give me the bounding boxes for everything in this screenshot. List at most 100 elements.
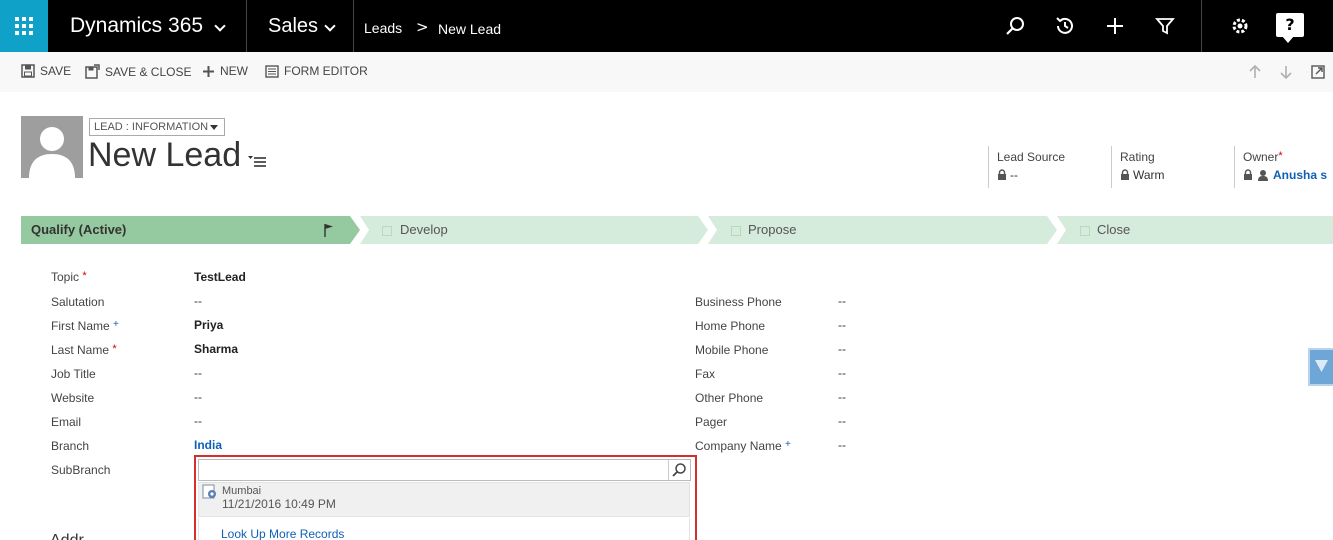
plus-icon[interactable] (1103, 14, 1127, 38)
field-label-other-phone: Other Phone (695, 391, 764, 405)
lock-icon (998, 169, 1006, 180)
field-label-business-phone: Business Phone (695, 295, 782, 309)
save-close-icon (85, 64, 100, 79)
form-selector-label: LEAD : INFORMATION (94, 121, 209, 133)
stage-qualify-label[interactable]: Qualify (Active) (31, 216, 126, 244)
owner-label: Owner (1243, 150, 1279, 164)
area-selector[interactable]: Sales (268, 15, 318, 38)
recommended-marker: + (785, 439, 791, 450)
field-value-fax[interactable]: -- (838, 366, 846, 380)
header-owner[interactable]: Owner* Anusha s (1234, 146, 1333, 188)
field-value-mobile-phone[interactable]: -- (838, 342, 846, 356)
field-label-fax: Fax (695, 367, 716, 381)
new-label: NEW (220, 64, 248, 78)
stage-close-label[interactable]: Close (1097, 216, 1130, 244)
field-value-other-phone[interactable]: -- (838, 390, 846, 404)
field-value-job-title[interactable]: -- (194, 366, 202, 380)
stage-propose-label[interactable]: Propose (748, 216, 796, 244)
lookup-result-name: Mumbai (222, 485, 262, 497)
lock-icon (1121, 169, 1129, 180)
side-panel-toggle[interactable] (1308, 348, 1333, 386)
title-menu-icon[interactable] (248, 154, 266, 168)
gear-icon[interactable] (1228, 14, 1252, 38)
record-image-placeholder[interactable] (21, 116, 83, 178)
help-icon-tail (1282, 36, 1294, 43)
field-value-last-name[interactable]: Sharma (194, 342, 238, 356)
subbranch-lookup-input[interactable] (198, 459, 691, 481)
breadcrumb-current: New Lead (438, 21, 502, 37)
new-button[interactable]: NEW (202, 64, 248, 78)
required-marker: * (112, 343, 117, 355)
search-icon[interactable] (1003, 14, 1027, 38)
field-value-salutation[interactable]: -- (194, 294, 202, 308)
app-title[interactable]: Dynamics 365 (70, 14, 203, 38)
field-value-first-name[interactable]: Priya (194, 318, 223, 332)
field-label-branch: Branch (51, 439, 90, 453)
field-value-home-phone[interactable]: -- (838, 318, 846, 332)
pop-out-icon[interactable] (1310, 64, 1326, 80)
waffle-icon (15, 17, 33, 35)
process-bar (21, 216, 1333, 244)
record-title: New Lead (88, 136, 242, 174)
field-label-last-name: Last Name * (51, 343, 117, 357)
lookup-more-records-link[interactable]: Look Up More Records (221, 527, 344, 540)
field-value-pager[interactable]: -- (838, 414, 846, 428)
save-close-label: SAVE & CLOSE (105, 64, 192, 79)
lookup-search-button[interactable] (668, 460, 690, 480)
lead-source-label: Lead Source (997, 150, 1066, 164)
owner-value[interactable]: Anusha s (1273, 168, 1327, 182)
field-value-email[interactable]: -- (194, 414, 202, 428)
stage-checkbox-icon (731, 226, 741, 236)
field-label-home-phone: Home Phone (695, 319, 766, 333)
field-value-topic[interactable]: TestLead (194, 270, 246, 284)
divider (1201, 0, 1202, 52)
arrow-down-icon (1315, 360, 1328, 372)
filter-icon[interactable] (1153, 14, 1177, 38)
save-button[interactable]: SAVE (21, 64, 71, 78)
field-label-company-name: Company Name + (695, 439, 791, 453)
stage-checkbox-icon (382, 226, 392, 236)
person-icon (29, 127, 75, 178)
recommended-marker: + (113, 319, 119, 330)
field-label-subbranch: SubBranch (51, 463, 111, 477)
chevron-down-icon[interactable] (324, 20, 336, 32)
save-close-button[interactable]: SAVE & CLOSE (85, 64, 191, 79)
breadcrumb-leads[interactable]: Leads (364, 20, 402, 36)
lock-icon (1244, 169, 1252, 180)
entity-record-icon (202, 484, 216, 499)
command-bar: SAVE SAVE & CLOSE NEW FORM EDITOR (0, 52, 1333, 92)
field-value-website[interactable]: -- (194, 390, 202, 404)
field-label-email: Email (51, 415, 82, 429)
divider (246, 0, 247, 52)
field-value-business-phone[interactable]: -- (838, 294, 846, 308)
required-marker: * (1278, 150, 1283, 162)
help-icon[interactable]: ? (1276, 13, 1304, 37)
form-editor-button[interactable]: FORM EDITOR (265, 64, 368, 78)
section-heading-address: Addr (50, 532, 84, 540)
stage-develop-label[interactable]: Develop (400, 216, 448, 244)
arrow-down-icon[interactable] (1278, 64, 1294, 80)
user-icon (1258, 170, 1268, 181)
rating-value: Warm (1133, 168, 1165, 182)
save-icon (21, 64, 35, 78)
divider (353, 0, 354, 52)
field-value-branch[interactable]: India (194, 438, 222, 452)
lead-source-value: -- (1010, 168, 1018, 182)
required-marker: * (82, 270, 87, 282)
field-label-pager: Pager (695, 415, 728, 429)
plus-icon (203, 65, 214, 77)
arrow-up-icon[interactable] (1247, 64, 1263, 80)
breadcrumb-separator: > (416, 18, 429, 36)
field-label-salutation: Salutation (51, 295, 105, 309)
field-label-mobile-phone: Mobile Phone (695, 343, 769, 357)
stage-checkbox-icon (1080, 226, 1090, 236)
form-selector[interactable]: LEAD : INFORMATION (89, 118, 225, 136)
chevron-down-icon[interactable] (214, 20, 226, 32)
header-rating[interactable]: Rating Warm (1111, 146, 1231, 188)
app-launcher-button[interactable] (0, 0, 48, 52)
header-lead-source[interactable]: Lead Source -- (988, 146, 1108, 188)
save-label: SAVE (40, 64, 72, 78)
recent-icon[interactable] (1053, 14, 1077, 38)
field-value-company-name[interactable]: -- (838, 438, 846, 452)
field-label-first-name: First Name + (51, 319, 119, 333)
